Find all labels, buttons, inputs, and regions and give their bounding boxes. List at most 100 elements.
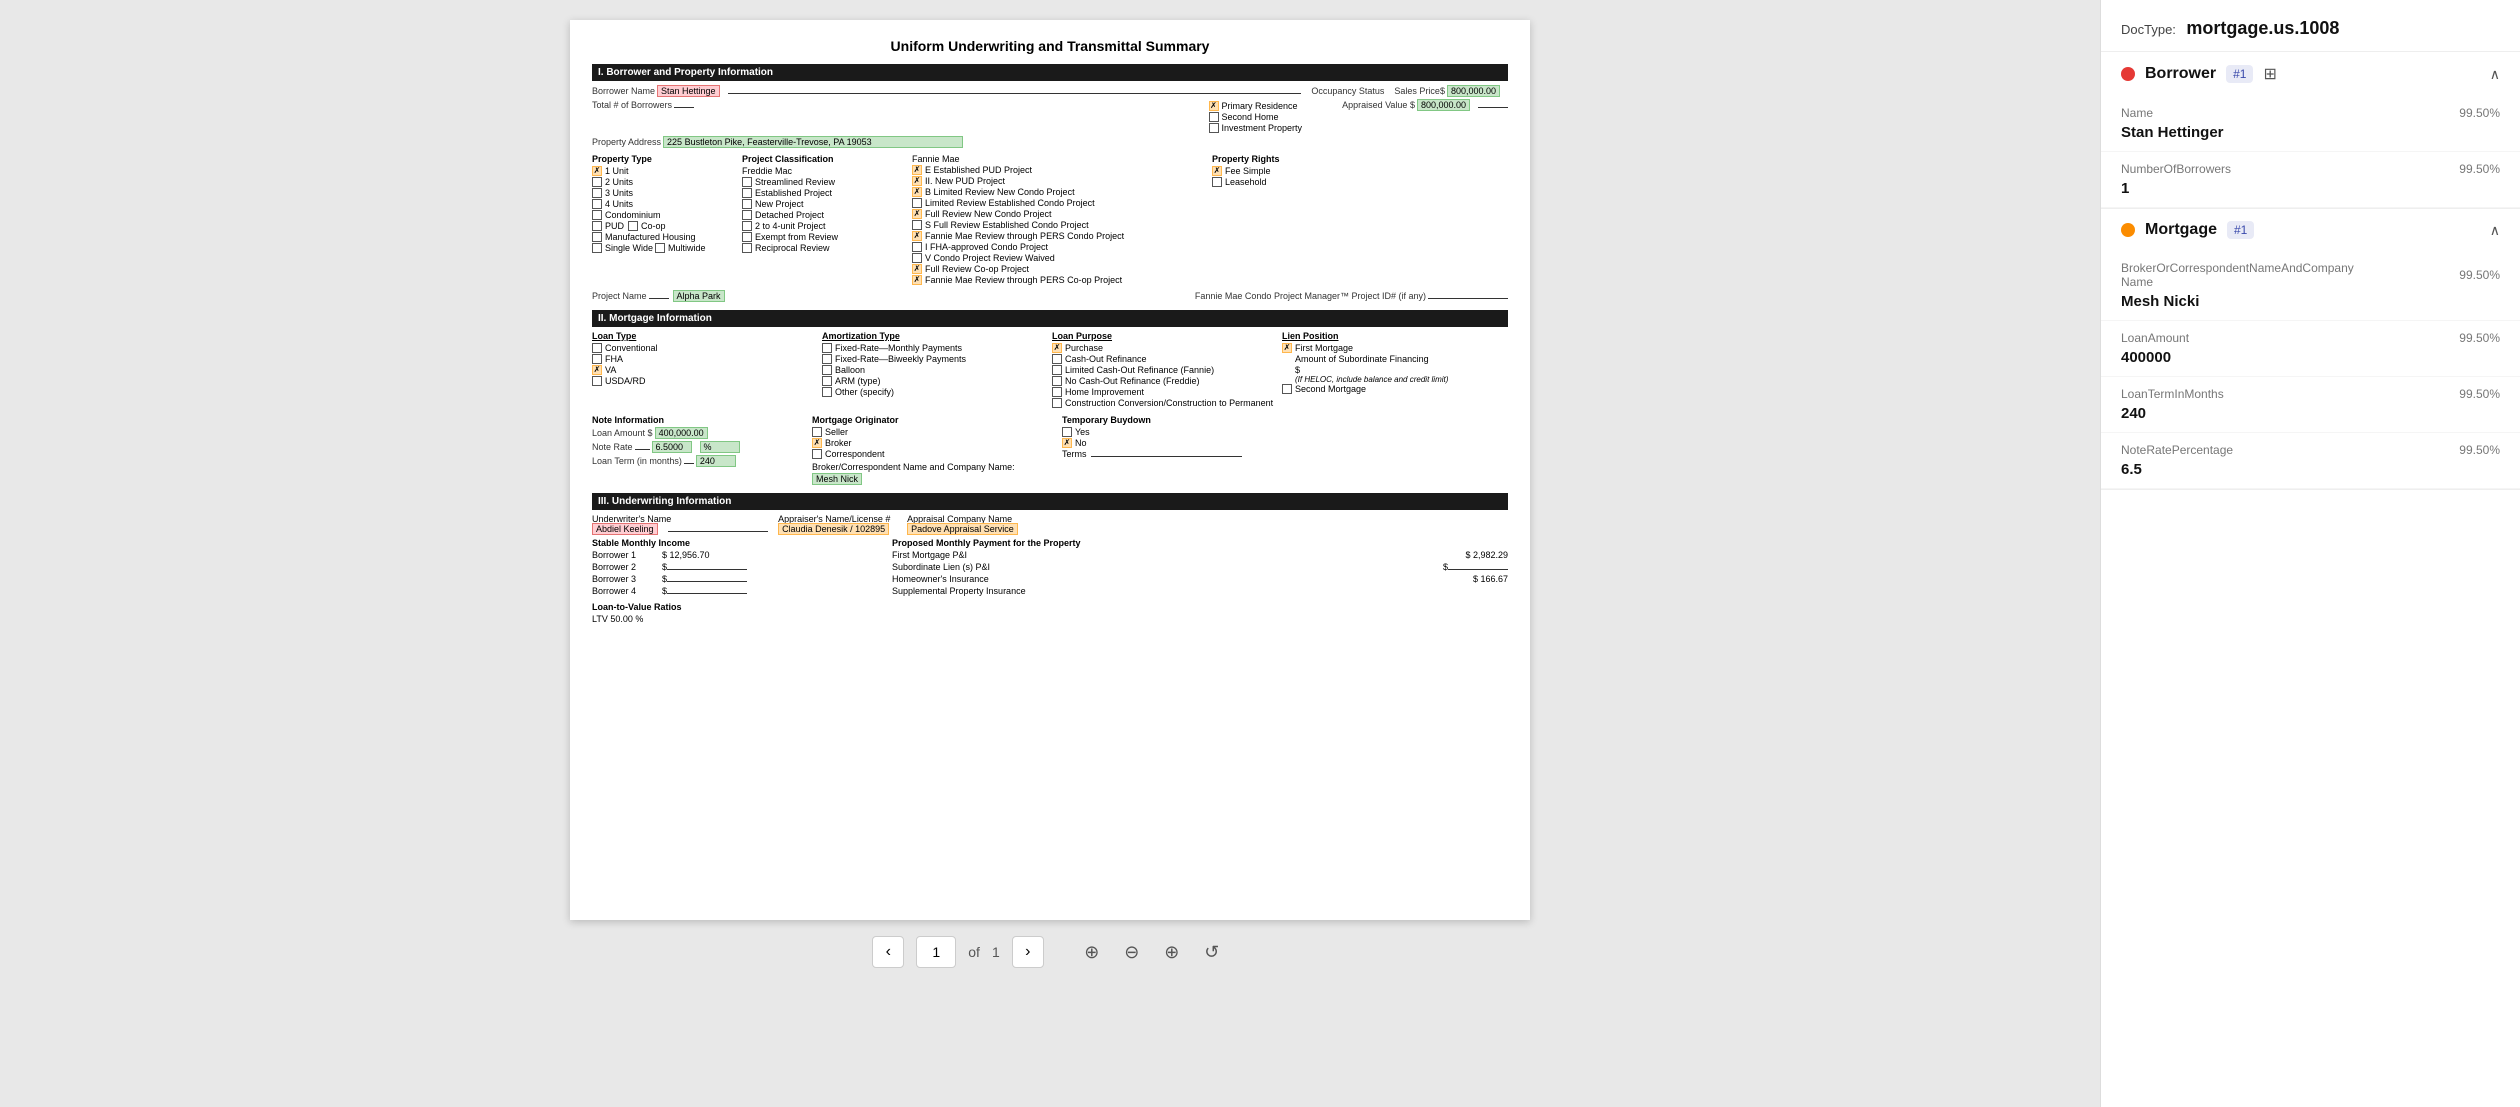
fm9-cb[interactable]: [912, 253, 922, 263]
streamlined-cb[interactable]: [742, 177, 752, 187]
leasehold-label: Leasehold: [1225, 177, 1267, 187]
pud-cb[interactable]: [592, 221, 602, 231]
fixed-monthly-cb[interactable]: [822, 343, 832, 353]
fm8-cb[interactable]: [912, 242, 922, 252]
reciprocal-cb[interactable]: [742, 243, 752, 253]
detached-cb[interactable]: [742, 210, 752, 220]
first-mortgage-cb[interactable]: ✗: [1282, 343, 1292, 353]
4unit-cb[interactable]: [592, 199, 602, 209]
limitedco-cb[interactable]: [1052, 365, 1062, 375]
second-home-checkbox[interactable]: [1209, 112, 1219, 122]
leasehold-cb[interactable]: [1212, 177, 1222, 187]
balloon-cb[interactable]: [822, 365, 832, 375]
primary-residence-checkbox[interactable]: ✗: [1209, 101, 1219, 111]
exempt-cb[interactable]: [742, 232, 752, 242]
buydown-terms-row: Terms: [1062, 449, 1242, 459]
usda-cb[interactable]: [592, 376, 602, 386]
buydown-no-cb[interactable]: ✗: [1062, 438, 1072, 448]
borrower-badge: #1: [2226, 65, 2253, 83]
page-of-label: of: [968, 944, 980, 960]
second-mortgage-cb[interactable]: [1282, 384, 1292, 394]
fha-cb[interactable]: [592, 354, 602, 364]
loan-amount-value: 400,000.00: [655, 427, 708, 439]
correspondent-cb[interactable]: [812, 449, 822, 459]
fm3-cb[interactable]: ✗: [912, 187, 922, 197]
rotate-button[interactable]: ↺: [1196, 936, 1228, 968]
loan-purpose-col: Loan Purpose ✗Purchase Cash-Out Refinanc…: [1052, 331, 1278, 409]
sw-cb[interactable]: [592, 243, 602, 253]
fee-simple-cb[interactable]: ✗: [1212, 166, 1222, 176]
loan-amount-field-header: LoanAmount 99.50%: [2121, 331, 2500, 345]
construction-cb[interactable]: [1052, 398, 1062, 408]
fm5-cb[interactable]: ✗: [912, 209, 922, 219]
va-cb[interactable]: ✗: [592, 365, 602, 375]
3unit-cb[interactable]: [592, 188, 602, 198]
fm7-cb[interactable]: ✗: [912, 231, 922, 241]
primary-residence-item: ✗ Primary Residence: [1209, 101, 1303, 111]
loan-amount-field: LoanAmount 99.50% 400000: [2101, 321, 2520, 377]
subordinate-amount: $: [1295, 365, 1508, 375]
fm1-cb[interactable]: ✗: [912, 165, 922, 175]
pan-button[interactable]: ⊕: [1156, 936, 1188, 968]
property-address-value: 225 Bustleton Pike, Feasterville-Trevose…: [663, 136, 963, 148]
borrower-header-left: Borrower #1 ⊞: [2121, 64, 2277, 84]
2unit-cb[interactable]: [592, 177, 602, 187]
conventional-cb[interactable]: [592, 343, 602, 353]
appraisal-company-label: Appraisal Company Name: [907, 514, 1026, 524]
stable-income-col: Stable Monthly Income Borrower 1 $ 12,95…: [592, 538, 872, 624]
zoom-in-button[interactable]: ⊕: [1076, 936, 1108, 968]
2to4-cb[interactable]: [742, 221, 752, 231]
proposed-monthly-header: Proposed Monthly Payment for the Propert…: [892, 538, 1508, 548]
condo-cb[interactable]: [592, 210, 602, 220]
homeimpr-cb[interactable]: [1052, 387, 1062, 397]
underwriter-value: Abdiel Keeling: [592, 523, 658, 535]
seller-cb[interactable]: [812, 427, 822, 437]
buydown-yes-cb[interactable]: [1062, 427, 1072, 437]
note-rate-pct: %: [700, 441, 740, 453]
investment-property-checkbox[interactable]: [1209, 123, 1219, 133]
mw-cb[interactable]: [655, 243, 665, 253]
underwriter-col: Underwriter's Name Abdiel Keeling: [592, 514, 768, 534]
occupancy-label: Occupancy Status: [1311, 86, 1384, 96]
new-proj-cb[interactable]: [742, 199, 752, 209]
nocashout-cb[interactable]: [1052, 376, 1062, 386]
stable-income-header: Stable Monthly Income: [592, 538, 872, 548]
homeowner-row: Homeowner's Insurance $ 166.67: [892, 574, 1508, 584]
fm6-cb[interactable]: [912, 220, 922, 230]
appraised-value-value: 800,000.00: [1417, 99, 1470, 111]
second-home-label: Second Home: [1222, 112, 1279, 122]
buydown-label: Temporary Buydown: [1062, 415, 1242, 425]
doctype-label: DocType:: [2121, 22, 2176, 37]
income-section: Stable Monthly Income Borrower 1 $ 12,95…: [592, 538, 1508, 624]
borrower-entity-header[interactable]: Borrower #1 ⊞ ∧: [2101, 52, 2520, 96]
cashout-cb[interactable]: [1052, 354, 1062, 364]
next-page-button[interactable]: ›: [1012, 936, 1044, 968]
borrower-name-label: Borrower Name: [592, 86, 655, 96]
table-icon[interactable]: ⊞: [2263, 64, 2276, 84]
fm4-cb[interactable]: [912, 198, 922, 208]
page-number-input[interactable]: [916, 936, 956, 968]
zoom-out-button[interactable]: ⊖: [1116, 936, 1148, 968]
purchase-cb[interactable]: ✗: [1052, 343, 1062, 353]
right-panel: DocType: mortgage.us.1008 Borrower #1 ⊞ …: [2100, 0, 2520, 1107]
mfg-cb[interactable]: [592, 232, 602, 242]
1unit-cb[interactable]: ✗: [592, 166, 602, 176]
broker-cb[interactable]: ✗: [812, 438, 822, 448]
borrower-chevron[interactable]: ∧: [2490, 66, 2500, 83]
fixed-biweekly-cb[interactable]: [822, 354, 832, 364]
appraiser-value: Claudia Denesik / 102895: [778, 523, 889, 535]
fm10-cb[interactable]: ✗: [912, 264, 922, 274]
mortgage-entity-header[interactable]: Mortgage #1 ∧: [2101, 209, 2520, 251]
arm-cb[interactable]: [822, 376, 832, 386]
prev-page-button[interactable]: ‹: [872, 936, 904, 968]
estab-proj-cb[interactable]: [742, 188, 752, 198]
amortization-col: Amortization Type Fixed-Rate—Monthly Pay…: [822, 331, 1048, 409]
fm2-cb[interactable]: ✗: [912, 176, 922, 186]
fm11-cb[interactable]: ✗: [912, 275, 922, 285]
coop-cb[interactable]: [628, 221, 638, 231]
page-navigation: ‹ of 1 › ⊕ ⊖ ⊕ ↺: [872, 936, 1227, 968]
ltv-label: Loan-to-Value Ratios: [592, 602, 682, 612]
b3-label: Borrower 3: [592, 574, 662, 584]
other-cb[interactable]: [822, 387, 832, 397]
mortgage-chevron[interactable]: ∧: [2490, 222, 2500, 239]
